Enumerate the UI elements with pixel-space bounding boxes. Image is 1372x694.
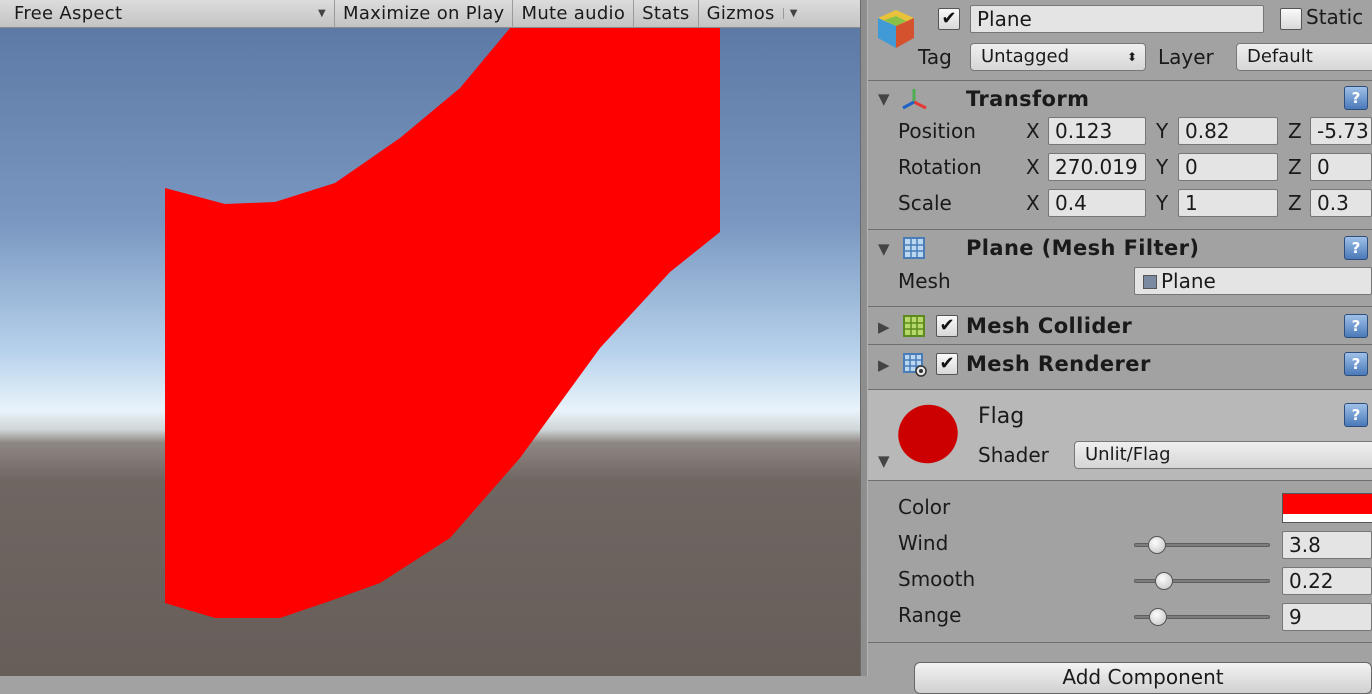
object-name-field[interactable]: Plane	[970, 5, 1264, 33]
foldout-closed-icon[interactable]: ▶	[878, 356, 890, 374]
foldout-closed-icon[interactable]: ▶	[878, 318, 890, 336]
axis-y-label: Y	[1156, 119, 1169, 143]
gizmos-label: Gizmos	[706, 3, 775, 24]
mesh-asset-icon	[1143, 275, 1157, 289]
tag-dropdown[interactable]: Untagged ⬍	[970, 43, 1146, 71]
game-toolbar: Free Aspect ▼ Maximize on Play Mute audi…	[0, 0, 862, 28]
scale-y-field[interactable]: 1	[1178, 189, 1278, 217]
updown-arrow-icon: ⬍	[1126, 50, 1137, 64]
position-z-field[interactable]: -5.73	[1310, 117, 1372, 145]
layer-value: Default	[1247, 46, 1313, 67]
material-name: Flag	[978, 404, 1025, 429]
color-swatch	[1283, 494, 1372, 514]
shader-label: Shader	[978, 443, 1049, 467]
static-checkbox[interactable]	[1280, 8, 1302, 30]
mesh-collider-title: Mesh Collider	[966, 314, 1133, 338]
gizmos-dropdown[interactable]: Gizmos ▼	[699, 0, 806, 28]
active-checkbox[interactable]: ✔	[938, 8, 960, 30]
position-x-field[interactable]: 0.123	[1048, 117, 1146, 145]
slider-thumb[interactable]	[1155, 572, 1173, 590]
scale-label: Scale	[898, 191, 952, 215]
mesh-renderer-checkbox[interactable]: ✔	[936, 353, 958, 375]
help-icon[interactable]: ?	[1344, 236, 1368, 260]
color-label: Color	[898, 495, 951, 519]
inspector-panel: ✔ Plane Static Tag Untagged ⬍ Layer Defa…	[868, 0, 1372, 694]
property-label: Smooth	[898, 567, 976, 591]
maximize-on-play-toggle[interactable]: Maximize on Play	[335, 0, 514, 28]
mesh-filter-title: Plane (Mesh Filter)	[966, 236, 1200, 260]
foldout-open-icon[interactable]: ▼	[878, 240, 890, 258]
divider	[868, 306, 1372, 307]
mute-audio-label: Mute audio	[521, 3, 626, 24]
game-viewport[interactable]	[0, 28, 862, 676]
material-preview-icon	[896, 402, 960, 471]
tag-label: Tag	[918, 45, 952, 69]
axis-z-label: Z	[1288, 119, 1302, 143]
gameobject-icon	[874, 6, 918, 50]
foldout-open-icon[interactable]: ▼	[878, 90, 890, 108]
mesh-label: Mesh	[898, 269, 951, 293]
axis-y-label: Y	[1156, 191, 1169, 215]
divider	[868, 80, 1372, 81]
axis-y-label: Y	[1156, 155, 1169, 179]
axis-z-label: Z	[1288, 191, 1302, 215]
position-label: Position	[898, 119, 976, 143]
axis-x-label: X	[1026, 119, 1040, 143]
divider	[868, 344, 1372, 345]
mesh-filter-icon	[902, 236, 926, 265]
tag-value: Untagged	[981, 46, 1070, 67]
slider-thumb[interactable]	[1148, 536, 1166, 554]
dropdown-arrow-icon: ▼	[318, 8, 326, 19]
layer-label: Layer	[1158, 45, 1214, 69]
aspect-label: Free Aspect	[14, 3, 123, 24]
mesh-renderer-icon	[902, 352, 928, 383]
add-component-button[interactable]: Add Component	[914, 662, 1372, 694]
stats-label: Stats	[642, 3, 690, 24]
mesh-value: Plane	[1161, 269, 1216, 293]
layer-dropdown[interactable]: Default	[1236, 43, 1372, 71]
property-label: Range	[898, 603, 962, 627]
divider	[868, 229, 1372, 230]
dropdown-arrow-icon: ▼	[782, 8, 798, 19]
axis-x-label: X	[1026, 191, 1040, 215]
static-label: Static	[1306, 5, 1364, 29]
panel-splitter[interactable]	[860, 0, 868, 676]
help-icon[interactable]: ?	[1344, 86, 1368, 110]
shader-dropdown[interactable]: Unlit/Flag	[1074, 441, 1372, 469]
axis-z-label: Z	[1288, 155, 1302, 179]
maximize-on-play-label: Maximize on Play	[343, 3, 505, 24]
rotation-label: Rotation	[898, 155, 982, 179]
foldout-open-icon[interactable]: ▼	[878, 452, 890, 470]
divider	[868, 642, 1372, 643]
mute-audio-toggle[interactable]: Mute audio	[513, 0, 635, 28]
mesh-collider-checkbox[interactable]: ✔	[936, 315, 958, 337]
transform-icon	[900, 86, 928, 117]
mesh-renderer-title: Mesh Renderer	[966, 352, 1151, 376]
color-picker-field[interactable]	[1282, 493, 1372, 523]
property-value-field[interactable]: 9	[1282, 603, 1372, 631]
position-y-field[interactable]: 0.82	[1178, 117, 1278, 145]
property-value-field[interactable]: 3.8	[1282, 531, 1372, 559]
scale-z-field[interactable]: 0.3	[1310, 189, 1372, 217]
shader-value: Unlit/Flag	[1085, 444, 1171, 465]
help-icon[interactable]: ?	[1344, 403, 1368, 427]
help-icon[interactable]: ?	[1344, 352, 1368, 376]
rotation-y-field[interactable]: 0	[1178, 153, 1278, 181]
help-icon[interactable]: ?	[1344, 314, 1368, 338]
mesh-collider-icon	[902, 314, 926, 343]
slider-thumb[interactable]	[1149, 608, 1167, 626]
property-label: Wind	[898, 531, 949, 555]
property-value-field[interactable]: 0.22	[1282, 567, 1372, 595]
rotation-z-field[interactable]: 0	[1310, 153, 1372, 181]
aspect-dropdown[interactable]: Free Aspect ▼	[0, 0, 335, 28]
mesh-object-field[interactable]: Plane	[1134, 267, 1372, 295]
transform-title: Transform	[966, 87, 1090, 111]
scale-x-field[interactable]: 0.4	[1048, 189, 1146, 217]
rotation-x-field[interactable]: 270.019	[1048, 153, 1146, 181]
divider	[868, 480, 1372, 481]
stats-toggle[interactable]: Stats	[634, 0, 699, 28]
game-view: Free Aspect ▼ Maximize on Play Mute audi…	[0, 0, 862, 676]
axis-x-label: X	[1026, 155, 1040, 179]
